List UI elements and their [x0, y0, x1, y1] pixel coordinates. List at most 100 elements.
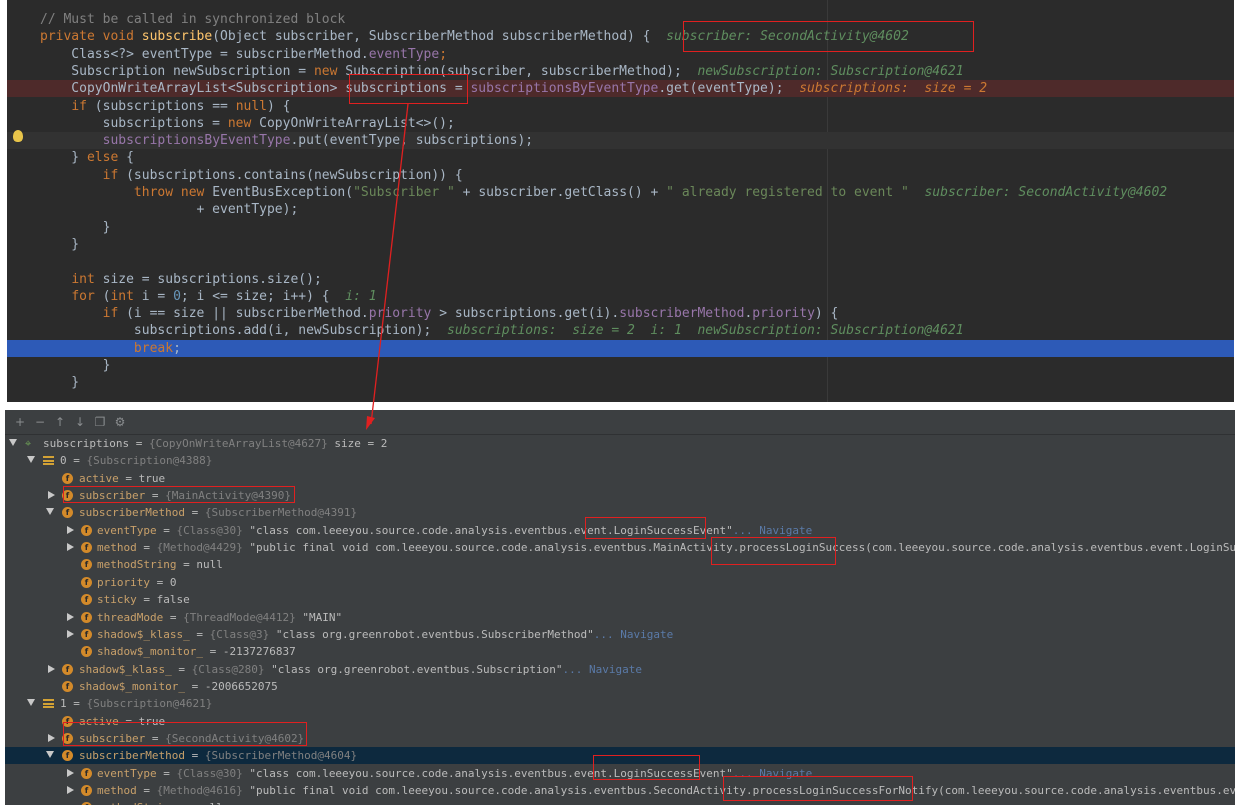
code-token: } [40, 219, 111, 235]
code-line-assign[interactable]: subscriptions = new CopyOnWriteArrayList… [7, 115, 1234, 132]
code-line-eventtype[interactable]: Class<?> eventType = subscriberMethod.ev… [7, 46, 1234, 63]
copy-icon[interactable]: ❐ [93, 415, 107, 429]
code-line-comment[interactable]: // Must be called in synchronized block [7, 11, 1234, 28]
variable-row[interactable]: fmethodString = null [5, 799, 1235, 805]
variable-row[interactable]: 0 = {Subscription@4388} [5, 452, 1235, 469]
code-token: .get(eventType); [658, 81, 800, 97]
variable-row[interactable]: f sticky = false [5, 591, 1235, 608]
expand-down-icon[interactable] [9, 439, 17, 446]
code-line-blank[interactable] [7, 253, 1234, 270]
navigate-link[interactable]: ... Navigate [562, 663, 641, 676]
code-line-else[interactable]: } else { [7, 149, 1234, 166]
code-token: (subscriptions == [94, 98, 236, 114]
code-line-close4[interactable]: } [7, 374, 1234, 391]
code-line-put[interactable]: subscriptionsByEventType.put(eventType, … [7, 132, 1234, 150]
navigate-link[interactable]: ... Navigate [594, 628, 673, 641]
variable-value: null [196, 801, 223, 805]
lightbulb-icon[interactable] [13, 130, 23, 142]
move-down-icon[interactable]: ↓ [73, 415, 87, 429]
code-line-close3[interactable]: } [7, 357, 1234, 374]
code-token: { [126, 150, 134, 166]
expand-down-icon[interactable] [46, 751, 54, 759]
code-line-throw2[interactable]: + eventType); [7, 201, 1234, 218]
code-text: subscriptionsByEventType.put(eventType, … [40, 132, 533, 149]
variable-row[interactable]: f shadow$_monitor_ = -2006652075 [5, 678, 1235, 695]
equals-sign: = [66, 454, 87, 468]
expand-right-icon[interactable] [67, 629, 74, 638]
inline-debug-value: subscriber: SecondActivity@4602 [924, 185, 1168, 200]
code-line-add[interactable]: subscriptions.add(i, newSubscription); s… [7, 322, 1234, 339]
code-line-break[interactable]: break; [7, 339, 1234, 357]
expand-right-icon[interactable] [67, 612, 74, 621]
expand-right-icon[interactable] [67, 768, 74, 777]
variable-name: shadow$_monitor_ [97, 645, 203, 659]
expand-right-icon[interactable] [67, 543, 74, 552]
code-text: break; [40, 340, 181, 357]
variable-value: "MAIN" [302, 610, 343, 624]
code-line-for[interactable]: for (int i = 0; i <= size; i++) { i: 1 [7, 288, 1234, 305]
equals-sign: = [136, 541, 157, 555]
move-up-icon[interactable]: ↑ [53, 415, 67, 429]
code-line-ifprio[interactable]: if (i == size || subscriberMethod.priori… [7, 305, 1234, 322]
variable-row[interactable]: 1 = {Subscription@4621} [5, 695, 1235, 712]
variable-row[interactable]: f threadMode = {ThreadMode@4412} "MAIN" [5, 609, 1235, 626]
expand-right-icon[interactable] [48, 733, 55, 742]
code-token: int [110, 288, 142, 304]
variable-row[interactable]: fmethodString = null [5, 556, 1235, 573]
code-token: " already registered to event " [666, 185, 909, 200]
code-token: break [133, 340, 174, 356]
variable-row[interactable]: ⌖ subscriptions = {CopyOnWriteArrayList@4… [5, 435, 1235, 452]
variable-row[interactable]: f active = true [5, 470, 1235, 487]
navigate-link[interactable]: ... Navigate [733, 524, 812, 537]
code-token: ; i <= size; i++) { [180, 288, 346, 304]
code-token: } [40, 375, 80, 391]
code-line-signature[interactable]: private void subscribe(Object subscriber… [7, 28, 1234, 45]
expand-right-icon[interactable] [48, 491, 55, 500]
variable-value: -2006652075 [204, 679, 278, 693]
variable-reference: {Class@3} [209, 627, 270, 641]
code-token: subscriptionsByEventType [102, 133, 291, 149]
code-line-cowa[interactable]: CopyOnWriteArrayList<Subscription> subsc… [7, 80, 1234, 98]
code-line-size[interactable]: int size = subscriptions.size(); [7, 271, 1234, 288]
code-text: } [40, 219, 111, 236]
expand-down-icon[interactable] [27, 699, 35, 707]
code-text: Class<?> eventType = subscriberMethod.ev… [40, 46, 447, 63]
variable-row[interactable]: f method = {Method@4616} "public final vo… [5, 782, 1235, 799]
array-element-icon [43, 699, 54, 709]
expand-down-icon[interactable] [46, 508, 54, 516]
code-token: subscriberMethod [619, 306, 745, 322]
variable-row[interactable]: f shadow$_monitor_ = -2137276837 [5, 643, 1235, 660]
expand-right-icon[interactable] [48, 664, 55, 673]
field-icon: f [81, 646, 92, 658]
code-line-contains[interactable]: if (subscriptions.contains(newSubscripti… [7, 167, 1234, 184]
equals-sign: = [184, 749, 205, 763]
code-token: eventType [368, 46, 440, 62]
expand-right-icon[interactable] [67, 786, 74, 794]
code-line-throw[interactable]: throw new EventBusException("Subscriber … [7, 184, 1234, 201]
inline-debug-value: subscriptions: size = 2 i: 1 newSubscrip… [447, 323, 964, 339]
code-line-close2[interactable]: } [7, 236, 1234, 253]
variable-row[interactable]: f method = {Method@4429} "public final vo… [5, 539, 1235, 556]
expand-down-icon[interactable] [27, 456, 35, 464]
variable-row[interactable]: f shadow$_klass_ = {Class@3} "class org.g… [5, 626, 1235, 643]
variable-name: active [79, 471, 119, 485]
variable-row[interactable]: f shadow$_klass_ = {Class@280} "class org… [5, 661, 1235, 678]
settings-icon[interactable]: ⚙ [113, 415, 127, 429]
remove-watch-icon[interactable]: − [33, 415, 47, 429]
expand-right-icon[interactable] [67, 525, 74, 534]
equals-sign: = [184, 506, 205, 520]
add-watch-icon[interactable]: + [13, 415, 27, 429]
equals-sign: = [136, 593, 157, 607]
variable-reference: {SubscriberMethod@4604} [204, 749, 358, 763]
code-line-ifnull[interactable]: if (subscriptions == null) { [7, 98, 1234, 115]
variable-value: null [196, 558, 223, 572]
code-editor[interactable]: // Must be called in synchronized block p… [7, 0, 1234, 402]
code-line-newsub[interactable]: Subscription newSubscription = new Subsc… [7, 63, 1234, 80]
code-token: priority [368, 306, 432, 322]
field-icon: f [62, 750, 73, 762]
variable-row[interactable]: f priority = 0 [5, 574, 1235, 591]
variable-name: priority [97, 575, 150, 589]
highlight-subscriptions-var [349, 74, 468, 104]
code-line-close1[interactable]: } [7, 219, 1234, 236]
